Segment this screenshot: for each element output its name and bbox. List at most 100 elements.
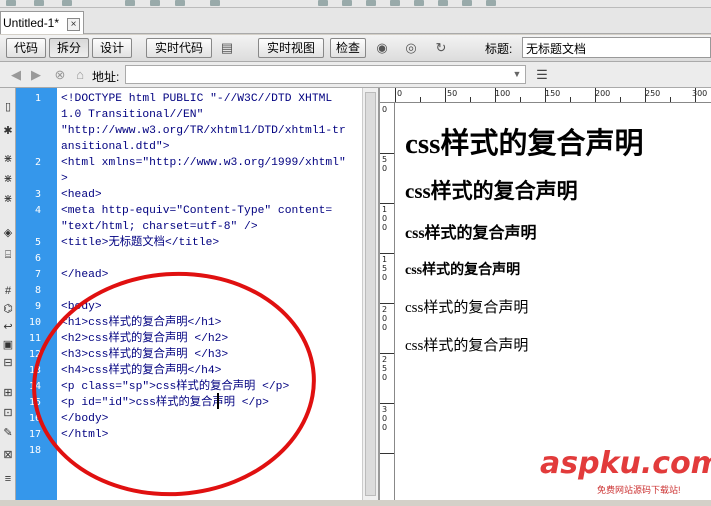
line-number: 4 — [34, 205, 41, 216]
toolbar-icon[interactable] — [366, 0, 376, 6]
title-label: 标题: — [485, 42, 513, 56]
chevron-down-icon[interactable]: ▼ — [509, 66, 525, 83]
ruler-label: 200 — [382, 305, 388, 332]
preview-h4: css样式的复合声明 — [405, 263, 521, 278]
browser-options-icon[interactable]: ☰ — [534, 67, 550, 83]
toolbar-icon[interactable] — [342, 0, 352, 6]
preview-h2: css样式的复合声明 — [405, 179, 578, 203]
code-line: <!DOCTYPE html PUBLIC "-//W3C//DTD XHTML — [61, 93, 333, 105]
line-number: 1 — [34, 93, 41, 104]
address-input[interactable]: ▼ — [125, 65, 526, 84]
design-view[interactable]: 0 50 100 150 200 250 300 0 50 100 150 20… — [380, 88, 711, 500]
select-parent-tag-icon[interactable]: ◈ — [1, 226, 15, 240]
preview-h3: css样式的复合声明 — [405, 225, 537, 242]
watermark-tagline: 免费网站源码下载站! — [597, 485, 681, 495]
show-code-navigator-icon[interactable]: ✱ — [1, 124, 15, 138]
code-line: > — [61, 173, 68, 185]
code-line: <head> — [61, 189, 102, 201]
inspect-button[interactable]: 检查 — [330, 38, 366, 58]
ruler-label: 50 — [447, 89, 458, 98]
toolbar-icon[interactable] — [438, 0, 448, 6]
back-icon[interactable]: ◀ — [8, 67, 24, 83]
close-icon[interactable]: × — [67, 18, 80, 31]
ruler-label: 0 — [382, 105, 388, 114]
collapse-selection-icon[interactable]: ⋇ — [1, 172, 15, 186]
toolbar-icon[interactable] — [6, 0, 16, 6]
design-view-button[interactable]: 设计 — [92, 38, 132, 58]
line-number: 7 — [34, 269, 41, 280]
code-line: <title>无标题文档</title> — [61, 237, 220, 249]
title-input[interactable]: 无标题文档 — [522, 37, 711, 58]
toolbar-icon[interactable] — [486, 0, 496, 6]
ruler-label: 250 — [382, 355, 388, 382]
code-line: <html xmlns="http://www.w3.org/1999/xhtm… — [61, 157, 346, 169]
expand-all-icon[interactable]: ⋇ — [1, 192, 15, 206]
refresh-icon[interactable]: ↻ — [432, 40, 450, 56]
toolbar-icon[interactable] — [125, 0, 135, 6]
collapse-tag-icon[interactable]: ⋇ — [1, 152, 15, 166]
code-line: ansitional.dtd"> — [61, 141, 170, 153]
forward-icon[interactable]: ▶ — [28, 67, 44, 83]
live-view-button[interactable]: 实时视图 — [258, 38, 324, 58]
balance-braces-icon[interactable]: ⌸ — [1, 248, 15, 262]
line-number: 2 — [34, 157, 41, 168]
ruler-label: 100 — [382, 205, 388, 232]
check-browser-icon[interactable]: ▤ — [218, 40, 236, 56]
ruler-label: 250 — [645, 89, 661, 98]
code-line: "http://www.w3.org/TR/xhtml1/DTD/xhtml1-… — [61, 125, 346, 137]
globe-icon[interactable]: ◉ — [373, 40, 391, 56]
code-line: </head> — [61, 269, 109, 281]
document-tab[interactable]: Untitled-1* × — [0, 11, 84, 34]
remove-comment-icon[interactable]: ⊞ — [1, 386, 15, 400]
wrap-tag-icon[interactable]: ⊡ — [1, 406, 15, 420]
apply-comment-icon[interactable]: ⊟ — [1, 356, 15, 370]
home-icon[interactable]: ⌂ — [72, 67, 88, 83]
ruler-label: 150 — [545, 89, 561, 98]
stop-icon[interactable]: ⊗ — [52, 67, 68, 83]
word-wrap-icon[interactable]: ↩ — [1, 320, 15, 334]
line-number: 8 — [34, 285, 41, 296]
code-view-button[interactable]: 代码 — [6, 38, 46, 58]
code-line: 1.0 Transitional//EN" — [61, 109, 204, 121]
syntax-error-icon[interactable]: ▣ — [1, 338, 15, 352]
recent-snippets-icon[interactable]: ✎ — [1, 426, 15, 440]
line-number: 5 — [34, 237, 41, 248]
line-numbers-icon[interactable]: # — [1, 284, 15, 298]
vertical-ruler: 0 50 100 150 200 250 300 — [380, 103, 395, 500]
highlight-invalid-icon[interactable]: ⌬ — [1, 302, 15, 316]
top-toolbar-strip — [0, 0, 711, 8]
split-view-button[interactable]: 拆分 — [49, 38, 89, 58]
ruler-label: 0 — [397, 89, 403, 98]
move-css-icon[interactable]: ⊠ — [1, 448, 15, 462]
ruler-label: 300 — [382, 405, 388, 432]
scrollbar-thumb[interactable] — [365, 92, 376, 496]
toolbar-icon[interactable] — [210, 0, 220, 6]
code-line: <meta http-equiv="Content-Type" content= — [61, 205, 333, 217]
line-number: 6 — [34, 253, 41, 264]
toolbar-icon[interactable] — [150, 0, 160, 6]
toolbar-icon[interactable] — [414, 0, 424, 6]
visual-aids-icon[interactable]: ◎ — [402, 40, 420, 56]
open-documents-icon[interactable]: ▯ — [1, 100, 15, 114]
code-scrollbar[interactable] — [362, 88, 378, 500]
toolbar-icon[interactable] — [175, 0, 185, 6]
ruler-label: 150 — [382, 255, 388, 282]
toolbar-icon[interactable] — [390, 0, 400, 6]
indent-code-icon[interactable]: ≡ — [1, 472, 15, 486]
toolbar-icon[interactable] — [34, 0, 44, 6]
preview-p-id: css样式的复合声明 — [405, 338, 529, 354]
line-number: 3 — [34, 189, 41, 200]
toolbar-icon[interactable] — [462, 0, 472, 6]
horizontal-ruler: 0 50 100 150 200 250 300 — [380, 88, 711, 103]
live-code-button[interactable]: 实时代码 — [146, 38, 212, 58]
watermark-logo: aspku.com — [540, 446, 711, 481]
line-number: 10 — [28, 317, 41, 328]
code-line: "text/html; charset=utf-8" /> — [61, 221, 258, 233]
line-number: 11 — [28, 333, 41, 344]
document-toolbar: 代码 拆分 设计 实时代码 ▤ 实时视图 检查 ◉ ◎ ↻ 标题: 无标题文档 — [0, 35, 711, 62]
text-cursor — [217, 393, 219, 409]
line-number: 9 — [34, 301, 41, 312]
coding-toolbar: ▯ ✱ ⋇ ⋇ ⋇ ◈ ⌸ # ⌬ ↩ ▣ ⊟ ⊞ ⊡ ✎ ⊠ ≡ — [0, 88, 16, 500]
toolbar-icon[interactable] — [318, 0, 328, 6]
toolbar-icon[interactable] — [62, 0, 72, 6]
